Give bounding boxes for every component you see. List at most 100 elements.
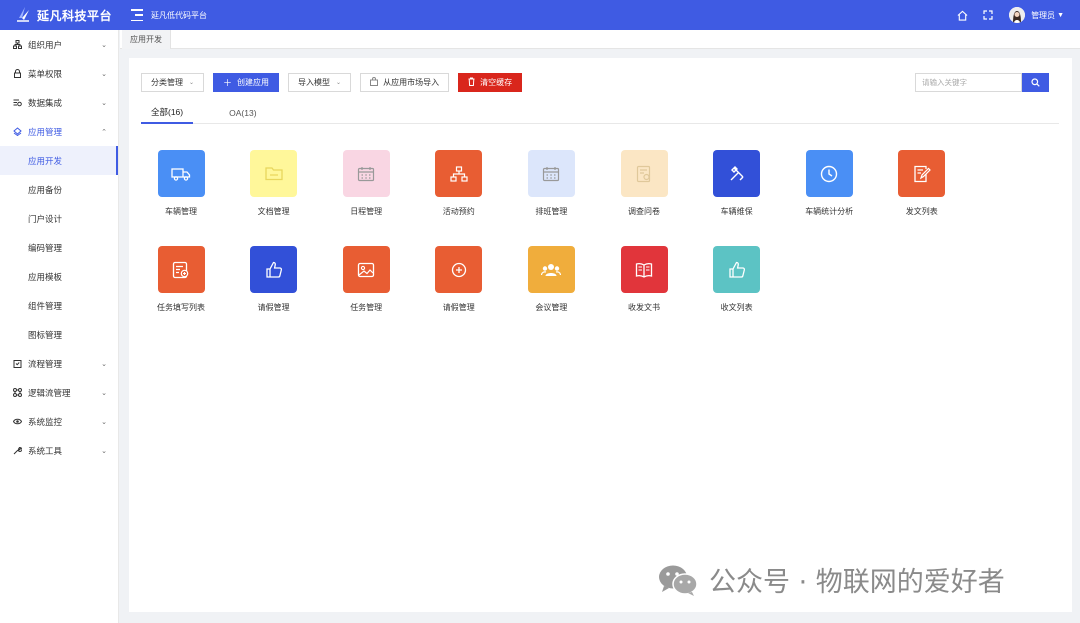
page-tabs-bar: 应用开发 (120, 30, 1080, 49)
sidebar-item-logic-flow[interactable]: 逻辑流管理 ⌄ (0, 378, 118, 407)
trash-icon (468, 77, 475, 88)
app-label: 文档管理 (257, 207, 290, 216)
search-icon (1031, 78, 1040, 87)
edit-doc-icon (898, 150, 946, 197)
app-label: 排班管理 (535, 207, 568, 216)
app-label: 调查问卷 (628, 207, 660, 216)
app-card[interactable]: 调查问卷 (602, 150, 686, 217)
caret-down-icon[interactable]: ▼ (1057, 12, 1064, 19)
sidebar-item-org-users[interactable]: 组织用户 ⌄ (0, 30, 118, 59)
main-card: 分类管理 ⌄ ＋ 创建应用 导入模型 ⌄ 从应用市场导入 清空缓存 全部(16)… (129, 58, 1072, 612)
brand[interactable]: 延凡科技平台 (0, 0, 119, 30)
chevron-down-icon: ⌄ (101, 99, 107, 107)
app-card[interactable]: 任务填写列表 (139, 246, 223, 313)
search-box (915, 73, 1049, 92)
app-card[interactable]: 日程管理 (324, 150, 408, 217)
tab-oa[interactable]: OA(13) (219, 102, 266, 124)
brand-title: 延凡科技平台 (37, 8, 113, 23)
app-card[interactable]: 活动预约 (417, 150, 501, 217)
sidebar: 组织用户 ⌄ 菜单权限 ⌄ 数据集成 ⌄ 应用管理 ⌃ 应用开发 应用备份 门户… (0, 30, 119, 623)
chevron-down-icon: ⌄ (101, 41, 107, 49)
app-label: 车辆统计分析 (805, 207, 854, 216)
watermark: 公众号 · 物联网的爱好者 (657, 560, 1005, 599)
plus-circle-icon (435, 246, 483, 293)
app-label: 车辆管理 (165, 207, 197, 216)
sidebar-subitem-icon-management[interactable]: 图标管理 (0, 320, 118, 349)
thumb-up-icon (713, 246, 761, 293)
chevron-down-icon: ⌄ (101, 70, 107, 78)
sidebar-subitem-portal-design[interactable]: 门户设计 (0, 204, 118, 233)
sidebar-subitem-app-dev[interactable]: 应用开发 (0, 146, 118, 175)
app-label: 任务管理 (350, 303, 383, 312)
app-label: 收发文书 (628, 303, 660, 312)
category-label: 分类管理 (151, 78, 183, 87)
app-label: 请假管理 (257, 303, 290, 312)
sidebar-item-app-management[interactable]: 应用管理 ⌃ (0, 117, 118, 146)
eye-icon (13, 417, 22, 426)
market-import-button[interactable]: 从应用市场导入 (360, 73, 450, 92)
app-card[interactable]: 发文列表 (880, 150, 964, 217)
app-label: 活动预约 (442, 207, 475, 216)
clipboard-icon (13, 359, 22, 368)
org-icon (13, 40, 22, 49)
clear-cache-button[interactable]: 清空缓存 (458, 73, 523, 92)
sidebar-subitem-app-backup[interactable]: 应用备份 (0, 175, 118, 204)
sidebar-item-system-tools[interactable]: 系统工具 ⌄ (0, 436, 118, 465)
sidebar-item-label: 菜单权限 (28, 68, 63, 79)
import-model-dropdown[interactable]: 导入模型 ⌄ (288, 73, 352, 92)
page-tab-app-dev[interactable]: 应用开发 (122, 30, 171, 49)
app-label: 发文列表 (905, 207, 938, 216)
chevron-down-icon: ⌄ (336, 80, 342, 86)
search-input[interactable] (915, 73, 1022, 92)
watermark-text: 公众号 · 物联网的爱好者 (709, 567, 1005, 598)
app-card[interactable]: 收发文书 (602, 246, 686, 313)
sidebar-item-label: 数据集成 (28, 97, 63, 108)
app-card[interactable]: 排班管理 (509, 150, 593, 217)
calendar-icon (342, 150, 390, 197)
chevron-down-icon: ⌄ (101, 447, 107, 455)
plus-icon: ＋ (223, 78, 233, 88)
sidebar-item-flow-management[interactable]: 流程管理 ⌄ (0, 349, 118, 378)
app-label: 日程管理 (350, 207, 383, 216)
logic-icon (13, 388, 22, 397)
app-subtitle: 延凡低代码平台 (151, 10, 207, 20)
form-icon (157, 246, 205, 293)
app-card[interactable]: 会议管理 (509, 246, 593, 313)
sidebar-item-menu-permissions[interactable]: 菜单权限 ⌄ (0, 59, 118, 88)
category-management-dropdown[interactable]: 分类管理 ⌄ (141, 73, 205, 92)
clear-cache-label: 清空缓存 (480, 78, 513, 87)
user-name[interactable]: 管理员 (1031, 10, 1055, 21)
create-app-button[interactable]: ＋ 创建应用 (213, 73, 280, 92)
thumb-up-icon (250, 246, 298, 293)
chevron-down-icon: ⌄ (101, 418, 107, 426)
org-chart-icon (435, 150, 483, 197)
sidebar-subitem-app-templates[interactable]: 应用模板 (0, 262, 118, 291)
sidebar-item-label: 组织用户 (28, 39, 63, 50)
app-label: 请假管理 (442, 303, 475, 312)
sidebar-item-system-monitor[interactable]: 系统监控 ⌄ (0, 407, 118, 436)
sidebar-item-label: 流程管理 (28, 358, 63, 369)
image-icon (342, 246, 390, 293)
app-card[interactable]: 车辆统计分析 (787, 150, 871, 217)
app-label: 任务填写列表 (157, 303, 205, 312)
sidebar-subitem-code-management[interactable]: 编码管理 (0, 233, 118, 262)
home-icon[interactable] (955, 8, 969, 22)
people-icon (527, 246, 575, 293)
app-card[interactable]: 车辆管理 (139, 150, 223, 217)
app-card[interactable]: 收文列表 (695, 246, 779, 313)
avatar[interactable] (1009, 7, 1026, 23)
menu-toggle-icon[interactable] (131, 9, 143, 21)
app-card[interactable]: 请假管理 (232, 246, 316, 313)
sidebar-item-data-integration[interactable]: 数据集成 ⌄ (0, 88, 118, 117)
sidebar-item-label: 应用管理 (28, 126, 63, 137)
tab-all[interactable]: 全部(16) (141, 102, 194, 124)
fullscreen-icon[interactable] (981, 8, 995, 22)
wrench-icon (713, 150, 761, 197)
app-card[interactable]: 请假管理 (417, 246, 501, 313)
chevron-down-icon: ⌄ (189, 80, 195, 86)
search-button[interactable] (1022, 73, 1049, 92)
app-card[interactable]: 车辆维保 (695, 150, 779, 217)
sidebar-subitem-component-management[interactable]: 组件管理 (0, 291, 118, 320)
app-card[interactable]: 文档管理 (232, 150, 316, 217)
app-card[interactable]: 任务管理 (324, 246, 408, 313)
